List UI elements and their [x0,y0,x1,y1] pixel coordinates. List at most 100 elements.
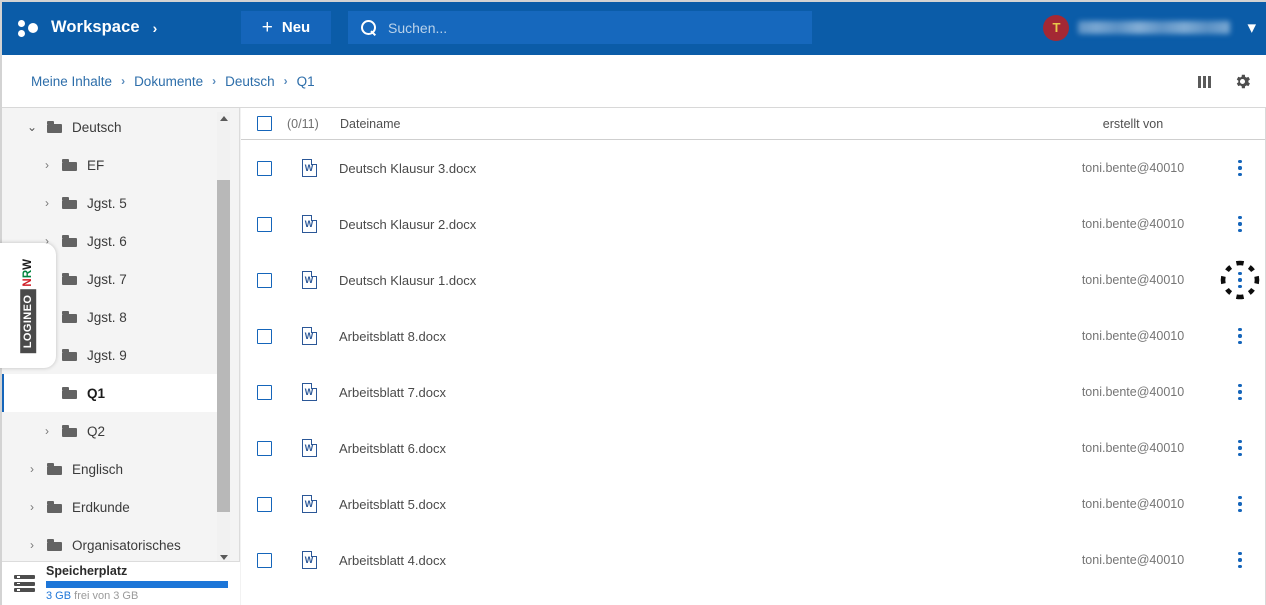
folder-icon [62,235,77,247]
file-name[interactable]: Arbeitsblatt 8.docx [331,329,446,344]
word-document-icon: W [301,550,317,569]
table-row[interactable]: W Arbeitsblatt 4.docx toni.bente@40010 [241,532,1266,588]
sidebar-item-label: Erdkunde [72,499,130,515]
sidebar-item-q2[interactable]: › Q2 [0,412,222,450]
user-name-redacted [1078,21,1231,34]
folder-icon [62,197,77,209]
chevron-down-icon[interactable]: ▾ [1247,19,1256,36]
row-more-options-icon[interactable] [1232,270,1248,290]
file-name[interactable]: Deutsch Klausur 3.docx [331,161,476,176]
sidebar-item-erdkunde[interactable]: › Erdkunde [0,488,222,526]
scrollbar-thumb[interactable] [217,180,230,512]
folder-icon [62,349,77,361]
file-name[interactable]: Arbeitsblatt 4.docx [331,553,446,568]
sidebar-item-label: Jgst. 6 [87,233,127,249]
chevron-right-icon[interactable]: › [26,501,38,513]
row-more-options-icon[interactable] [1232,438,1248,458]
folder-icon [62,311,77,323]
row-more-options-icon[interactable] [1232,382,1248,402]
file-icon-cell: W [287,214,331,233]
new-button-label: Neu [281,19,311,36]
row-more-options-icon[interactable] [1232,158,1248,178]
file-icon-cell: W [287,326,331,345]
sidebar-item-label: Q2 [87,423,106,439]
sidebar-item-deutsch[interactable]: ⌄ Deutsch [0,108,222,146]
chevron-right-icon[interactable]: › [41,197,53,209]
row-select-cell [241,216,287,232]
word-icon-letter: W [304,554,314,565]
breadcrumb-item-deutsch[interactable]: Deutsch [225,74,275,89]
word-document-icon: W [301,214,317,233]
row-checkbox[interactable] [256,216,272,232]
row-checkbox[interactable] [256,384,272,400]
new-button[interactable]: + Neu [241,11,331,44]
row-checkbox[interactable] [256,440,272,456]
logineo-nrw-tab[interactable]: LOGINEO NRW [0,243,56,368]
file-list-header: (0/11) Dateiname erstellt von [241,108,1266,140]
row-checkbox[interactable] [256,496,272,512]
user-menu[interactable]: T ▾ [1043,10,1256,45]
file-owner: toni.bente@40010 [1081,385,1185,399]
sidebar-item-label: Organisatorisches [72,537,181,553]
table-row[interactable]: W Arbeitsblatt 5.docx toni.bente@40010 [241,476,1266,532]
table-row[interactable]: W Arbeitsblatt 8.docx toni.bente@40010 [241,308,1266,364]
row-checkbox[interactable] [256,160,272,176]
table-row[interactable]: W Deutsch Klausur 1.docx toni.bente@40010 [241,252,1266,308]
sidebar-item-label: Jgst. 8 [87,309,127,325]
folder-icon [62,387,77,399]
file-name[interactable]: Deutsch Klausur 1.docx [331,273,476,288]
file-icon-cell: W [287,270,331,289]
storage-icon[interactable] [14,575,35,592]
sidebar-scrollbar[interactable] [217,112,230,564]
sidebar-item-label: Englisch [72,461,124,477]
chevron-down-icon[interactable]: ⌄ [26,121,38,133]
sidebar-item-q1[interactable]: Q1 [0,374,222,412]
row-checkbox[interactable] [256,552,272,568]
breadcrumb-bar: Meine Inhalte › Dokumente › Deutsch › Q1 [0,55,1266,108]
workspace-home-button[interactable]: Workspace › [0,0,213,55]
chevron-right-icon: › [152,19,158,36]
row-checkbox[interactable] [256,328,272,344]
file-owner: toni.bente@40010 [1081,441,1185,455]
row-more-options-icon[interactable] [1232,550,1248,570]
file-name[interactable]: Deutsch Klausur 2.docx [331,217,476,232]
sidebar-item-englisch[interactable]: › Englisch [0,450,222,488]
file-name[interactable]: Arbeitsblatt 7.docx [331,385,446,400]
folder-icon [47,121,62,133]
search-box[interactable] [348,11,812,44]
sidebar-item-jgst-5[interactable]: › Jgst. 5 [0,184,222,222]
columns-view-icon[interactable] [1198,75,1211,88]
file-owner: toni.bente@40010 [1081,553,1185,567]
breadcrumb-item-q1[interactable]: Q1 [297,74,315,89]
chevron-right-icon[interactable]: › [26,539,38,551]
sidebar-item-organisatorisches[interactable]: › Organisatorisches [0,526,222,564]
column-header-created-by[interactable]: erstellt von [1058,117,1208,131]
gear-icon[interactable] [1233,72,1252,91]
word-icon-letter: W [304,498,314,509]
file-name[interactable]: Arbeitsblatt 5.docx [331,497,446,512]
column-header-filename[interactable]: Dateiname [340,117,400,131]
row-more-options-icon[interactable] [1232,214,1248,234]
scroll-up-arrow-icon[interactable] [217,112,230,125]
row-checkbox[interactable] [256,272,272,288]
sidebar-item-label: Deutsch [72,119,122,135]
row-more-options-icon[interactable] [1232,326,1248,346]
table-row[interactable]: W Deutsch Klausur 2.docx toni.bente@40010 [241,196,1266,252]
row-more-options-icon[interactable] [1232,494,1248,514]
select-all-checkbox[interactable] [256,116,272,131]
row-select-cell [241,272,287,288]
chevron-right-icon[interactable]: › [41,159,53,171]
file-name[interactable]: Arbeitsblatt 6.docx [331,441,446,456]
table-row[interactable]: W Arbeitsblatt 7.docx toni.bente@40010 [241,364,1266,420]
logineo-text: LOGINEO [20,289,37,353]
select-all-cell [241,116,287,131]
chevron-right-icon[interactable]: › [41,425,53,437]
search-input[interactable] [388,19,788,36]
chevron-right-icon[interactable]: › [26,463,38,475]
breadcrumb-item-dokumente[interactable]: Dokumente [134,74,203,89]
table-row[interactable]: W Deutsch Klausur 3.docx toni.bente@40010 [241,140,1266,196]
breadcrumb-item-meine-inhalte[interactable]: Meine Inhalte [31,74,112,89]
table-row[interactable]: W Arbeitsblatt 6.docx toni.bente@40010 [241,420,1266,476]
sidebar-item-ef[interactable]: › EF [0,146,222,184]
row-select-cell [241,496,287,512]
